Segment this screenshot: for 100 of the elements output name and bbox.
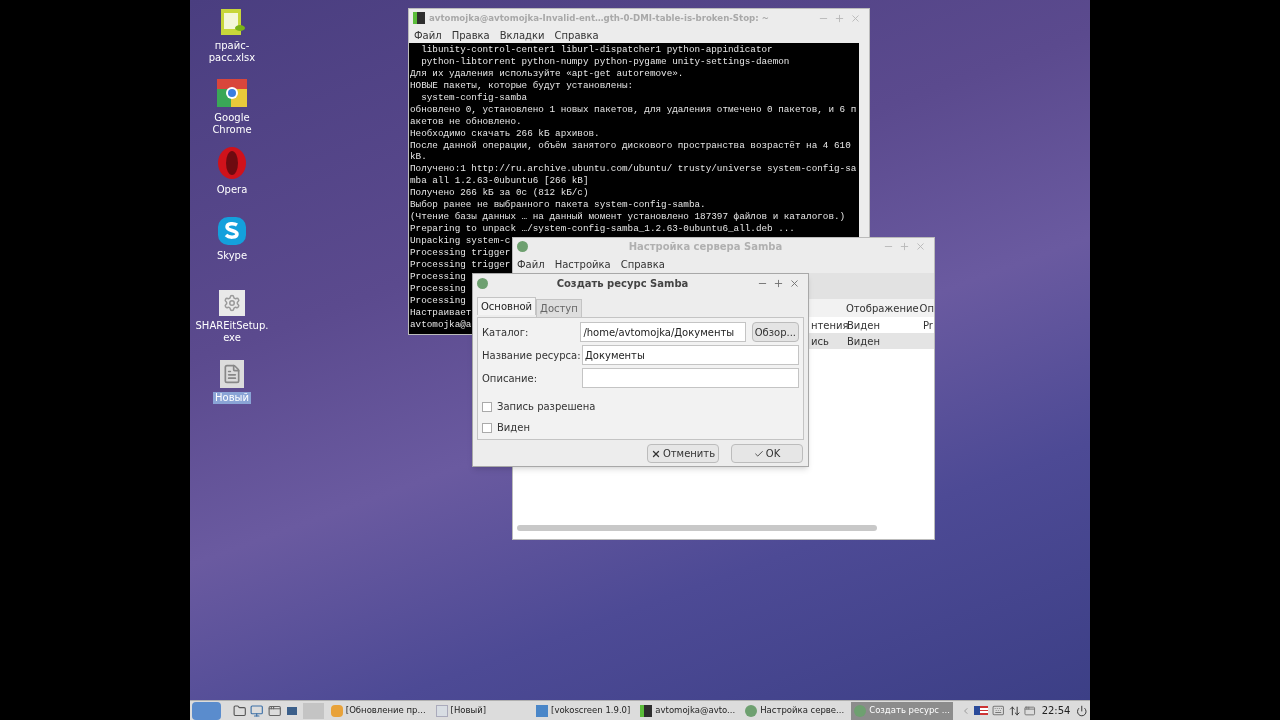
- clock[interactable]: 22:54: [1039, 703, 1073, 718]
- gear-icon: [219, 290, 245, 316]
- tab[interactable]: Доступ: [536, 299, 582, 317]
- menu-item[interactable]: Правка: [451, 27, 490, 43]
- terminal-line: Preparing to unpack …/system-config-samba_1.2.63-0ubuntu6_all.deb ...: [410, 223, 795, 235]
- terminal-line: Настраивает: [410, 306, 472, 319]
- power-icon[interactable]: [1076, 704, 1088, 717]
- tab[interactable]: Основной: [477, 297, 537, 315]
- terminal-line: Необходимо скачать 266 kБ архивов.: [410, 127, 600, 140]
- table-cell-text: Виден: [847, 334, 881, 349]
- task-label: avtomojka@avto...: [655, 704, 736, 717]
- field-label: Название ресурса:: [482, 348, 582, 363]
- column-header[interactable]: Отображение: [845, 300, 920, 316]
- table-cell-text: ись: [811, 334, 830, 349]
- close-icon[interactable]: [915, 241, 926, 252]
- taskbar-task[interactable]: avtomojka@avto...: [637, 701, 739, 720]
- dialog-title: Создать ресурс Samba: [555, 276, 690, 291]
- task-label: [vokoscreen 1.9.0]: [551, 704, 631, 717]
- checkbox[interactable]: [482, 422, 492, 433]
- terminal-line: python-libtorrent python-numpy python-pygame unity-settings-daemon: [420, 55, 790, 68]
- terminal-line: Для их удаления используйте «apt-get autoremove».: [410, 67, 684, 80]
- menu-item[interactable]: Файл: [517, 256, 545, 272]
- maximize-icon[interactable]: [899, 241, 910, 252]
- desktop-icon[interactable]: [250, 703, 264, 718]
- task-label: Настройка серве...: [760, 704, 845, 717]
- taskbar-task[interactable]: [Обновление пр...: [327, 701, 429, 720]
- terminal-icon: [640, 704, 653, 717]
- input-field[interactable]: Документы: [582, 345, 799, 365]
- window-icon[interactable]: [267, 703, 282, 718]
- opera-icon: [217, 146, 247, 180]
- close-icon[interactable]: [850, 12, 861, 24]
- desktop-icon-label[interactable]: SHAREitSetup. exe: [193, 320, 271, 344]
- terminal-line: После данной операции, объём занятого дискового пространства возрастёт на 4 610: [410, 139, 851, 152]
- column-header[interactable]: Оп: [919, 300, 934, 316]
- keyboard-icon[interactable]: [992, 704, 1005, 717]
- terminal-line: Processing: [410, 294, 466, 307]
- terminal-line: Processing trigger: [410, 258, 511, 271]
- close-icon[interactable]: [789, 277, 800, 289]
- taskbar-task[interactable]: [Новый]: [432, 701, 490, 720]
- desktop-icon-label[interactable]: прайс- расс.xlsx: [206, 40, 258, 64]
- taskbar-task[interactable]: Настройка серве...: [742, 701, 848, 720]
- terminal-line: mba all 1.2.63-0ubuntu6 [266 kB]: [410, 175, 589, 188]
- maximize-icon[interactable]: [773, 277, 784, 289]
- taskbar-task[interactable]: [vokoscreen 1.9.0]: [533, 701, 634, 720]
- document-icon: [435, 704, 448, 717]
- terminal-line: Получено 266 kБ за 0с (812 kБ/с): [410, 187, 589, 200]
- menu-item[interactable]: Настройка: [554, 256, 611, 272]
- window-title: avtomojka@avtomojka-Invalid-ent…gth-0-DMI-table-is-broken-Stop: ~: [429, 11, 770, 25]
- browse-button[interactable]: Обзор...: [751, 322, 799, 342]
- field-label: Каталог:: [482, 325, 530, 340]
- terminal-icon: [413, 12, 425, 24]
- task-label: [Новый]: [450, 704, 487, 717]
- menu-item[interactable]: Вкладки: [499, 27, 545, 43]
- terminal-line: акетов не обновлено.: [410, 115, 522, 128]
- skype-icon: [217, 216, 247, 246]
- terminal-line: Processing trigger: [410, 246, 511, 259]
- desktop-icon-label[interactable]: Google Chrome: [210, 112, 254, 136]
- task-label: Создать ресурс ...: [869, 704, 950, 717]
- start-button[interactable]: [192, 701, 221, 720]
- table-cell-text: Pr: [923, 318, 933, 333]
- terminal-line: (Чтение базы данных … на данный момент установлено 187397 файлов и каталогов.): [410, 211, 846, 224]
- window-icon[interactable]: [285, 704, 299, 717]
- terminal-line: Processing: [410, 270, 466, 283]
- terminal-line: avtomojka@a: [410, 318, 472, 331]
- table-cell-text: нтения: [811, 318, 847, 333]
- ok-button[interactable]: OK: [731, 444, 803, 463]
- scrollbar[interactable]: [517, 525, 877, 531]
- terminal-line: system-config-samba: [420, 91, 528, 104]
- checkbox[interactable]: [482, 401, 492, 412]
- spreadsheet-icon: [218, 8, 246, 36]
- flag-icon[interactable]: [974, 706, 989, 715]
- task-label: [Обновление пр...: [345, 704, 426, 717]
- table-cell-text: Виден: [847, 318, 881, 333]
- terminal-line: обновлено 0, установлено 1 новых пакетов, для удаления отмечено 0 пакетов, и 6 п: [410, 103, 857, 116]
- document-icon: [220, 360, 244, 388]
- desktop-icon-label[interactable]: Opera: [214, 184, 250, 196]
- checkbox-label: Запись разрешена: [497, 400, 596, 414]
- input-field[interactable]: [582, 368, 799, 388]
- menu-item[interactable]: Справка: [554, 27, 599, 43]
- menu-item[interactable]: Справка: [620, 256, 665, 272]
- close-icon: [650, 448, 661, 459]
- terminal-line: Processing: [410, 282, 466, 295]
- menu-item[interactable]: Файл: [414, 27, 442, 43]
- terminal-line: Выбор ранее не выбранного пакета system-config-samba.: [410, 199, 706, 212]
- cancel-button[interactable]: Отменить: [647, 444, 719, 463]
- check-icon: [753, 448, 764, 459]
- checkbox-label: Виден: [497, 421, 530, 435]
- terminal-line: НОВЫЕ пакеты, которые будут установлены:: [410, 79, 634, 92]
- terminal-line: kB.: [410, 151, 427, 164]
- network-icon[interactable]: [1008, 704, 1021, 717]
- terminal-line: Unpacking system-c: [410, 235, 511, 247]
- terminal-line: Получено:1 http://ru.archive.ubuntu.com/ubuntu/ trusty/universe system-config-sa: [410, 163, 857, 176]
- window-title: Настройка сервера Samba: [627, 240, 784, 254]
- input-field[interactable]: /home/avtomojka/Документы: [580, 322, 746, 342]
- browser-icon: [216, 78, 248, 108]
- desktop-icon-label[interactable]: Skype: [214, 250, 250, 262]
- folder-icon[interactable]: [232, 703, 247, 718]
- tray-window-icon[interactable]: [1024, 704, 1036, 717]
- terminal-line: libunity-control-center1 liburl-dispatcher1 python-appindicator: [420, 44, 773, 56]
- maximize-icon[interactable]: [834, 12, 845, 24]
